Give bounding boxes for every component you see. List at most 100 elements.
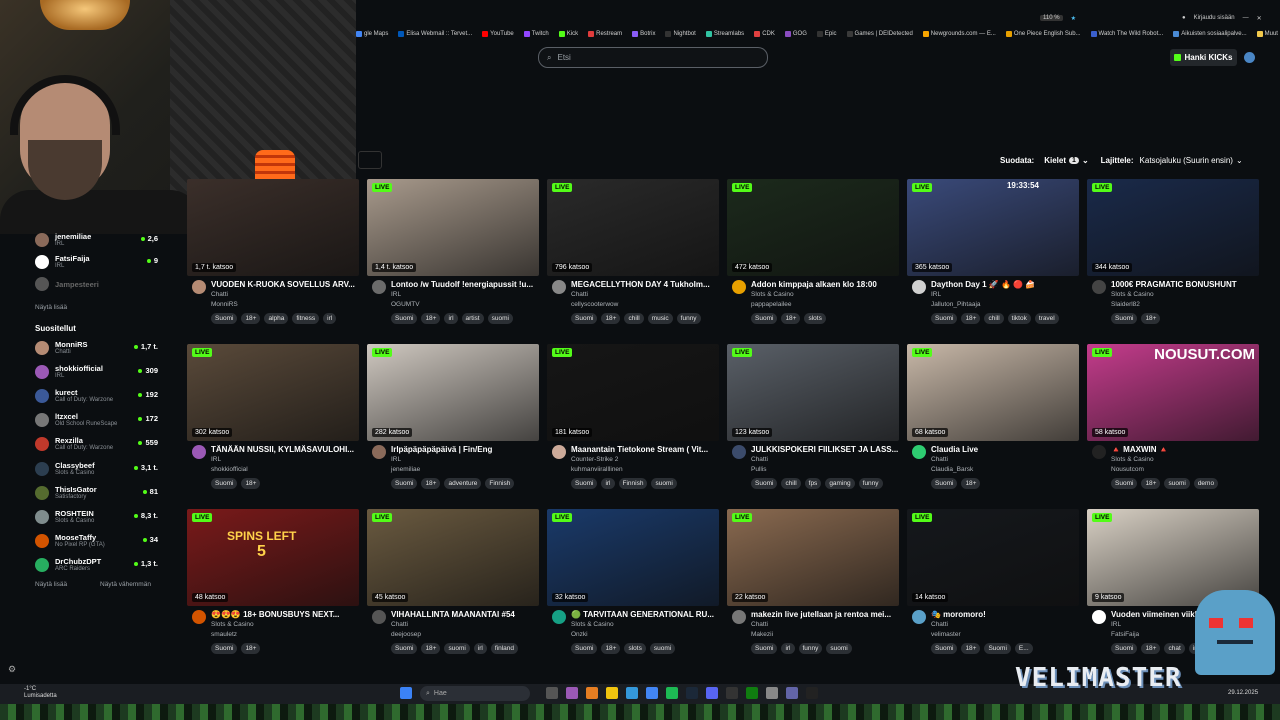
tag-chip[interactable]: 18+ [781, 313, 801, 324]
tag-chip[interactable]: Suomi [391, 478, 418, 489]
tag-chip[interactable]: Suomi [571, 478, 598, 489]
bookmark-item[interactable]: gle Maps [356, 28, 388, 40]
settings-icon[interactable] [766, 687, 778, 699]
show-more-link[interactable]: Näytä lisää [35, 581, 67, 588]
get-kicks-button[interactable]: Hanki KICKs [1170, 49, 1237, 66]
search-input[interactable]: Etsi [557, 53, 570, 62]
tag-chip[interactable]: adventure [444, 478, 482, 489]
bookmark-item[interactable]: GOG [784, 28, 807, 40]
tag-chip[interactable]: suomi [826, 643, 852, 654]
stream-thumbnail[interactable]: LIVE 14 katsoo [907, 509, 1079, 606]
tag-chip[interactable]: 18+ [1141, 643, 1161, 654]
order-dropdown[interactable]: Katsojaluku (Suurin ensin) ⌄ [1140, 156, 1243, 165]
stream-thumbnail[interactable]: 1,7 t. katsoo [187, 179, 359, 276]
tag-chip[interactable]: funny [858, 478, 883, 489]
login-link[interactable]: Kirjaudu sisään [1194, 15, 1235, 21]
stream-category[interactable]: Slots & Casino [751, 291, 794, 298]
tag-chip[interactable]: 18+ [241, 313, 261, 324]
tag-chip[interactable]: 18+ [601, 313, 621, 324]
tag-chip[interactable]: Suomi [571, 643, 598, 654]
discord-icon[interactable] [706, 687, 718, 699]
stream-category[interactable]: IRL [211, 456, 221, 463]
stream-title[interactable]: Maanantain Tietokone Stream ( Vit... [571, 445, 721, 454]
tag-chip[interactable]: fps [804, 478, 822, 489]
tag-chip[interactable]: suomi [651, 478, 677, 489]
stream-category[interactable]: Chatti [211, 291, 228, 298]
widgets-icon[interactable] [566, 687, 578, 699]
sidebar-channel[interactable]: MonniRS Chatti 1,7 t. [30, 338, 158, 360]
streamer-avatar[interactable] [732, 610, 746, 624]
bookmark-item[interactable]: YouTube [482, 28, 514, 40]
tag-chip[interactable]: slots [624, 643, 646, 654]
tag-chip[interactable]: travel [1034, 313, 1059, 324]
chrome-icon[interactable] [646, 687, 658, 699]
profile-icon[interactable]: ● [1182, 15, 1186, 21]
streamer-name[interactable]: cellyscooterwow [571, 301, 618, 308]
stream-category[interactable]: Chatti [571, 291, 588, 298]
streamer-name[interactable]: velimaster [931, 631, 961, 638]
stream-card[interactable]: LIVE 282 katsoo Irlpäpäpäpäpäivä | Fin/Eng… [367, 344, 539, 504]
sidebar-channel[interactable]: ROSHTEIN Slots & Casino 8,3 t. [30, 507, 158, 529]
store-icon[interactable] [626, 687, 638, 699]
stream-category[interactable]: Counter-Strike 2 [571, 456, 618, 463]
stream-thumbnail[interactable]: LIVE 45 katsoo [367, 509, 539, 606]
stream-title[interactable]: Lontoo /w Tuudolf !energiapussit !u... [391, 280, 541, 289]
tag-chip[interactable]: Suomi [211, 313, 238, 324]
streamer-avatar[interactable] [732, 280, 746, 294]
tag-chip[interactable]: Finnish [618, 478, 648, 489]
stream-title[interactable]: Daython Day 1 🚀 🔥 🔴 🍰 [931, 280, 1081, 289]
stream-title[interactable]: MEGACELLYTHON DAY 4 Tukholm... [571, 280, 721, 289]
stream-card[interactable]: LIVE 32 katsoo 🟢 TARVITAAN GENERATIONAL RU… [547, 509, 719, 669]
streamer-name[interactable]: Pullis [751, 466, 767, 473]
stream-card[interactable]: LIVE 181 katsoo Maanantain Tietokone Strea… [547, 344, 719, 504]
windows-start-icon[interactable] [400, 687, 412, 699]
stream-category[interactable]: Slots & Casino [571, 621, 614, 628]
tag-chip[interactable]: Suomi [211, 478, 238, 489]
streamer-avatar[interactable] [912, 610, 926, 624]
stream-thumbnail[interactable]: LIVE 282 katsoo [367, 344, 539, 441]
streamer-name[interactable]: Claudia_Barsk [931, 466, 973, 473]
tag-chip[interactable]: artist [461, 313, 484, 324]
stream-category[interactable]: IRL [391, 456, 401, 463]
streamer-name[interactable]: Jalluton_Pihtaaja [931, 301, 981, 308]
tag-chip[interactable]: chill [624, 313, 644, 324]
stream-thumbnail[interactable]: LIVE 19:33:54 365 katsoo [907, 179, 1079, 276]
stream-category[interactable]: Slots & Casino [1111, 291, 1154, 298]
tag-chip[interactable]: music [647, 313, 673, 324]
bookmark-item[interactable]: Aikuisten sosiaalipalve... [1173, 28, 1247, 40]
languages-dropdown[interactable]: Kielet 1 ⌄ [1044, 156, 1088, 165]
tag-chip[interactable]: demo [1193, 478, 1219, 489]
sidebar-channel[interactable]: MooseTaffy No Pixel RP (GTA) 34 [30, 531, 158, 553]
stream-card[interactable]: LIVE 796 katsoo MEGACELLYTHON DAY 4 Tukhol… [547, 179, 719, 339]
streamer-avatar[interactable] [552, 445, 566, 459]
tag-chip[interactable]: 18+ [421, 313, 441, 324]
bookmark-item[interactable]: Newgrounds.com — E... [922, 28, 996, 40]
stream-thumbnail[interactable]: LIVE 344 katsoo [1087, 179, 1259, 276]
bookmark-item[interactable]: Elisa Webmail :: Tervet... [398, 28, 472, 40]
tag-chip[interactable]: 18+ [1141, 478, 1161, 489]
tag-chip[interactable]: 18+ [421, 643, 441, 654]
stream-card[interactable]: LIVE 68 katsoo Claudia Live Chatti Claudia_B… [907, 344, 1079, 504]
tag-chip[interactable]: Suomi [391, 313, 418, 324]
streamer-name[interactable]: shokkiofficial [211, 466, 248, 473]
streamer-avatar[interactable] [192, 445, 206, 459]
streamer-avatar[interactable] [192, 280, 206, 294]
terminal-icon[interactable] [806, 687, 818, 699]
streamer-avatar[interactable] [372, 280, 386, 294]
streamer-name[interactable]: deejoosep [391, 631, 421, 638]
user-avatar[interactable] [1244, 52, 1255, 63]
streamer-avatar[interactable] [372, 610, 386, 624]
stream-thumbnail[interactable]: LIVE 796 katsoo [547, 179, 719, 276]
stream-thumbnail[interactable]: LIVE 68 katsoo [907, 344, 1079, 441]
tag-chip[interactable]: gaming [825, 478, 855, 489]
stream-title[interactable]: 1000€ PRAGMATIC BONUSHUNT [1111, 280, 1261, 289]
tag-chip[interactable]: 18+ [961, 478, 981, 489]
tag-chip[interactable]: Suomi [391, 643, 418, 654]
tag-chip[interactable]: 18+ [601, 643, 621, 654]
streamer-avatar[interactable] [552, 610, 566, 624]
bookmark-item[interactable]: Epic [816, 28, 837, 40]
bookmark-item[interactable]: Restream [588, 28, 622, 40]
bookmark-item[interactable]: CDK [754, 28, 775, 40]
tag-chip[interactable]: 18+ [421, 478, 441, 489]
star-icon[interactable]: ★ [1071, 15, 1076, 22]
